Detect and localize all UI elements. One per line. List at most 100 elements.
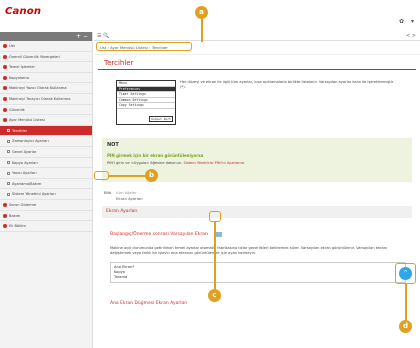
sidebar-item-label: Genel Ayarlar xyxy=(12,149,37,154)
sidebar-item[interactable]: Üst xyxy=(0,41,92,52)
bullet-icon xyxy=(3,44,7,48)
sidebar-item-label: Ek Bölüm xyxy=(9,224,26,229)
bullet-icon xyxy=(3,86,7,91)
sidebar-item-label: Üst xyxy=(9,44,15,48)
canon-logo[interactable]: Canon xyxy=(5,6,41,17)
sub-body-text: Makine açık durumunda getirilirken temel… xyxy=(110,246,388,255)
bullet-icon xyxy=(3,65,7,70)
screen-back-label: Output Rprt xyxy=(149,116,173,122)
callout-b-ring xyxy=(94,171,109,180)
page-icon xyxy=(7,171,10,175)
table-row: Tarama xyxy=(114,275,128,279)
note-body: PIN'i girin ve <Uygula> öğesine dokunun.… xyxy=(107,161,407,165)
sub-heading-text: Başlangıç/Önerme sonrası Varsayılan Ekra… xyxy=(110,232,208,237)
sidebar-item[interactable]: Tercihler xyxy=(0,125,92,137)
bullet-icon xyxy=(3,54,7,59)
sidebar-item-label: Kopya Ayarları xyxy=(12,160,38,165)
sidebar-item[interactable]: Önemli Güvenlik Yönergeleri xyxy=(0,52,92,63)
sidebar-list: Üst Önemli Güvenlik Yönergeleri Temel İşle… xyxy=(0,41,92,232)
callout-a-badge: a xyxy=(195,6,208,19)
sidebar-item-label: Önemli Güvenlik Yönergeleri xyxy=(9,54,60,59)
page-title: Tercihler xyxy=(98,55,416,70)
sidebar-item-label: Sorun Giderme xyxy=(9,202,37,207)
callout-a-line xyxy=(201,19,203,42)
bullet-icon xyxy=(3,96,7,101)
page-icon xyxy=(7,192,10,196)
callout-c-line xyxy=(214,222,216,289)
prev-next-nav[interactable]: < > xyxy=(406,32,416,41)
page-icon xyxy=(7,129,10,133)
bullet-icon xyxy=(3,202,7,207)
callout-d-badge: d xyxy=(399,320,412,333)
intro-text: Her düzeyi ve ekran ile ilgili tüm ayarl… xyxy=(180,80,394,89)
sidebar-expand-collapse[interactable]: + − xyxy=(0,32,92,41)
note-title: NOT xyxy=(107,142,119,148)
sidebar-item-label: Makineyi Tarayıcı Olarak Kullanma xyxy=(9,96,71,101)
sidebar-item[interactable]: Makineyi Tarayıcı Olarak Kullanma xyxy=(0,94,92,105)
sidebar-item-label: Yazıcı Ayarları xyxy=(12,171,37,176)
sidebar-item[interactable]: Makineyi Yazıcı Olarak Kullanma xyxy=(0,83,92,94)
expand-all-row: Etik tüm öğeler Ekran Ayarları xyxy=(102,190,412,202)
callout-b-line xyxy=(109,175,145,177)
main-content: ☰ 🔍 < > Üst › Ayar Menüsü Listesi › Terc… xyxy=(94,32,420,348)
bullet-icon xyxy=(3,118,7,123)
sidebar-item[interactable]: Ek Bölüm xyxy=(0,221,92,232)
sidebar-item[interactable]: Güvenlik xyxy=(0,105,92,116)
note-link[interactable]: Sistem Yöneticisi PIN'ini Ayarlama xyxy=(183,161,243,165)
main-toolbar: ☰ 🔍 < > xyxy=(94,32,420,41)
sidebar-item-label: Ayarlama/Bakım xyxy=(12,181,42,186)
sidebar-item-label: Ayar Menüsü Listesi xyxy=(9,118,45,123)
sidebar-item[interactable]: Zamanlayıcı Ayarları xyxy=(0,136,92,147)
callout-d-line xyxy=(405,284,407,320)
page-icon xyxy=(7,139,10,143)
sidebar-item[interactable]: Ayar Menüsü Listesi xyxy=(0,115,92,126)
sidebar-item[interactable]: Sorun Giderme xyxy=(0,200,92,211)
bullet-icon xyxy=(3,213,7,218)
note-body-text: PIN'i girin ve <Uygula> öğesine dokunun. xyxy=(107,161,183,165)
section-heading: Ekran Ayarları xyxy=(102,206,412,218)
callout-c-badge: c xyxy=(208,289,221,302)
callout-a-ring xyxy=(96,42,192,51)
note-heading: PIN girmek için bir ekran görüntüleniyor… xyxy=(107,153,204,158)
expand-all-toggle[interactable]: Etik xyxy=(104,190,111,195)
callout-d-ring xyxy=(395,263,416,284)
page-icon xyxy=(7,161,10,165)
sidebar-item[interactable]: Temel İşlemler xyxy=(0,62,92,73)
sidebar-item[interactable]: Sistem Yönetimi Ayarları xyxy=(0,189,92,200)
screen-row: Copy Settings xyxy=(117,103,175,109)
settings-icon[interactable]: ✿ xyxy=(399,18,404,25)
sidebar: + − Üst Önemli Güvenlik Yönergeleri Temel … xyxy=(0,32,93,348)
options-table: Ana Ekran* Kopya Tarama xyxy=(110,262,406,283)
sub-heading-2: Ana Ekran Düğmesi Ekran Ayarları xyxy=(110,301,188,306)
menu-search-icons[interactable]: ☰ 🔍 xyxy=(97,33,109,39)
page-icon xyxy=(7,182,10,186)
sidebar-item-label: Kopyalama xyxy=(9,75,29,80)
top-icons: ✿ ▾ xyxy=(394,18,414,25)
page-icon xyxy=(7,150,10,154)
sidebar-item[interactable]: Kopyalama xyxy=(0,73,92,84)
expand-all-text: tüm öğeler xyxy=(116,190,137,195)
callout-b-badge: b xyxy=(145,169,158,182)
sidebar-item-label: Bakım xyxy=(9,213,21,218)
operation-panel-screen: Menu Preferences Timer Settings Common Sett… xyxy=(116,80,176,125)
sidebar-item-label: Temel İşlemler xyxy=(9,65,35,70)
sidebar-item[interactable]: Ayarlama/Bakım xyxy=(0,179,92,190)
sidebar-item-label: Zamanlayıcı Ayarları xyxy=(12,139,49,144)
sidebar-item[interactable]: Genel Ayarlar xyxy=(0,147,92,158)
bullet-icon xyxy=(3,107,7,112)
menu-icon[interactable]: ▾ xyxy=(411,18,414,25)
sidebar-item-label: Güvenlik xyxy=(9,107,25,112)
collapse-button[interactable] xyxy=(215,231,223,238)
section-link[interactable]: Ekran Ayarları xyxy=(116,196,143,201)
sidebar-item-label: Tercihler xyxy=(12,128,28,133)
bullet-icon xyxy=(3,224,7,229)
sidebar-item[interactable]: Bakım xyxy=(0,211,92,222)
sidebar-item-label: Makineyi Yazıcı Olarak Kullanma xyxy=(9,86,67,91)
top-bar: Canon ✿ ▾ xyxy=(0,0,420,32)
sidebar-item-label: Sistem Yönetimi Ayarları xyxy=(12,192,56,197)
sidebar-item[interactable]: Kopya Ayarları xyxy=(0,158,92,169)
intro-section: Menu Preferences Timer Settings Common Sett… xyxy=(102,76,412,132)
sidebar-item[interactable]: Yazıcı Ayarları xyxy=(0,168,92,179)
bullet-icon xyxy=(3,75,7,80)
sub-heading: Başlangıç/Önerme sonrası Varsayılan Ekra… xyxy=(110,231,412,240)
